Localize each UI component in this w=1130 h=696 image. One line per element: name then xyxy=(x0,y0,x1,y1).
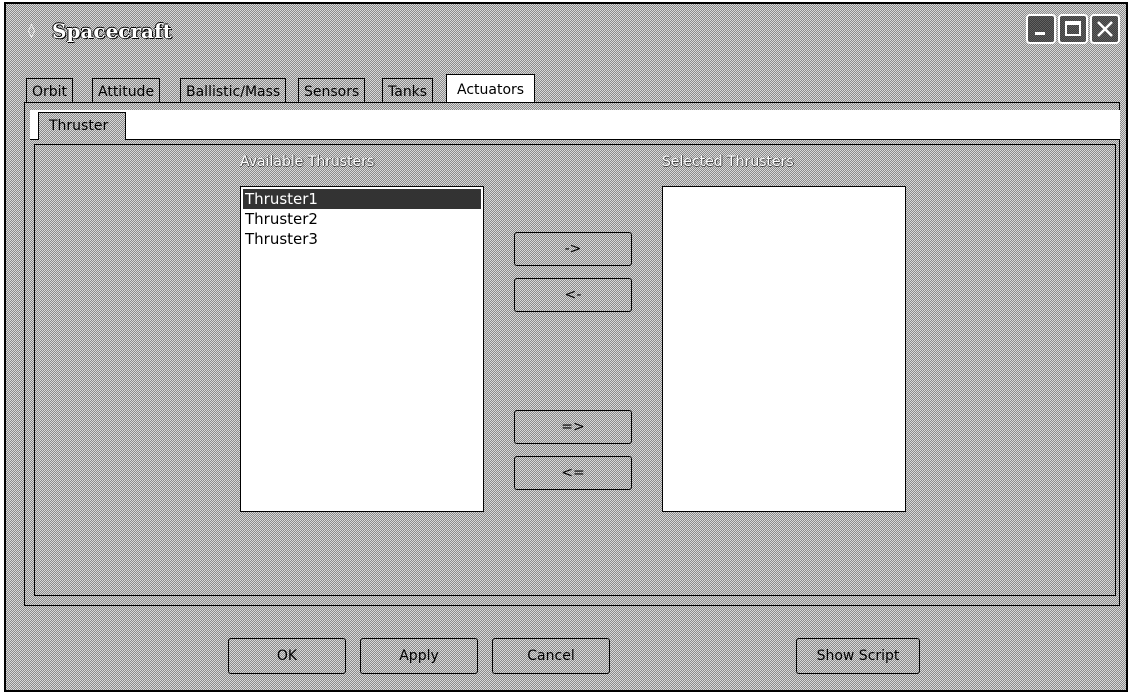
remove-selected-button[interactable]: <- xyxy=(514,278,632,312)
list-item[interactable]: Thruster2 xyxy=(241,209,483,229)
available-thrusters-list[interactable]: Thruster1 Thruster2 Thruster3 xyxy=(240,186,484,512)
tab-actuators[interactable]: Actuators xyxy=(446,74,536,104)
tab-attitude[interactable]: Attitude xyxy=(92,78,161,104)
show-script-button[interactable]: Show Script xyxy=(796,638,920,674)
subtab-thruster[interactable]: Thruster xyxy=(38,112,126,140)
maximize-button[interactable] xyxy=(1058,14,1088,44)
available-thrusters-label: Available Thrusters xyxy=(240,154,375,170)
spacecraft-window: ◊ Spacecraft Orbit Attitude Ballistic/Ma… xyxy=(4,2,1128,692)
ok-button[interactable]: OK xyxy=(228,638,346,674)
apply-button[interactable]: Apply xyxy=(360,638,478,674)
tab-tanks[interactable]: Tanks xyxy=(382,78,434,104)
list-item[interactable]: Thruster3 xyxy=(241,229,483,249)
tab-orbit[interactable]: Orbit xyxy=(26,78,74,104)
tab-sensors[interactable]: Sensors xyxy=(298,78,366,104)
selected-thrusters-list[interactable] xyxy=(662,186,906,512)
maximize-icon xyxy=(1065,21,1081,36)
tab-ballistic-mass[interactable]: Ballistic/Mass xyxy=(180,78,287,104)
add-selected-button[interactable]: -> xyxy=(514,232,632,266)
cancel-button[interactable]: Cancel xyxy=(492,638,610,674)
minimize-icon xyxy=(1035,32,1045,35)
selected-thrusters-label: Selected Thrusters xyxy=(662,154,794,170)
window-title: Spacecraft xyxy=(52,19,172,43)
close-button[interactable] xyxy=(1090,14,1120,44)
list-item[interactable]: Thruster1 xyxy=(243,189,481,209)
remove-all-button[interactable]: <= xyxy=(514,456,632,490)
subtab-strip xyxy=(30,110,1120,140)
add-all-button[interactable]: => xyxy=(514,410,632,444)
title-bar[interactable]: ◊ Spacecraft xyxy=(6,4,1126,56)
close-icon xyxy=(1097,21,1113,37)
app-icon: ◊ xyxy=(28,23,35,39)
minimize-button[interactable] xyxy=(1026,14,1056,44)
thruster-frame xyxy=(34,144,1116,596)
